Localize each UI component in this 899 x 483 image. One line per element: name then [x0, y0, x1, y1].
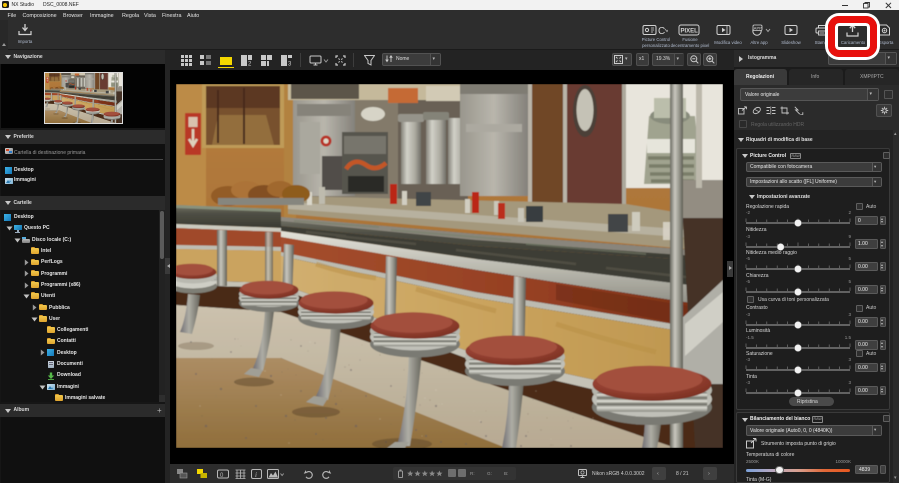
svg-text:3: 3 [288, 62, 292, 67]
svg-text:i: i [255, 471, 257, 479]
svg-text:APP: APP [754, 25, 762, 30]
svg-text:C: C [658, 26, 665, 36]
svg-text:2: 2 [248, 62, 252, 67]
svg-text:PIXEL: PIXEL [681, 29, 699, 35]
